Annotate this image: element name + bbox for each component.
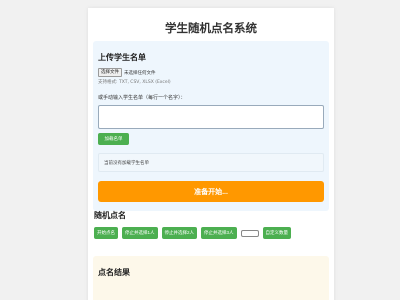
upload-panel: 上传学生名单 选择文件 未选择任何文件 支持格式: TXT, CSV, XLSX… [93, 41, 329, 211]
manual-input-label: 或手动输入学生名单（每行一个名字）： [98, 95, 186, 101]
file-picker: 选择文件 未选择任何文件 [98, 68, 156, 77]
file-status-text: 未选择任何文件 [124, 70, 156, 76]
stop-pick-1-button[interactable]: 停止并选择1人 [122, 227, 158, 239]
custom-count-button[interactable]: 自定义数量 [262, 227, 292, 239]
result-panel: 点名结果 [93, 256, 329, 300]
roll-call-controls: 开始点名 停止并选择1人 停止并选择2人 停止并选择3人 自定义数量 [94, 227, 295, 239]
choose-file-button[interactable]: 选择文件 [98, 68, 122, 77]
custom-count-input[interactable] [240, 229, 259, 237]
page-title: 学生随机点名系统 [165, 21, 257, 35]
stop-pick-2-button[interactable]: 停止并选择2人 [161, 227, 198, 239]
result-section-title: 点名结果 [98, 268, 130, 277]
main-card: 学生随机点名系统 上传学生名单 选择文件 未选择任何文件 支持格式: TXT, … [88, 8, 334, 300]
start-roll-call-button[interactable]: 开始点名 [94, 227, 118, 239]
start-button[interactable]: 准备开始... [98, 181, 324, 202]
upload-section-title: 上传学生名单 [98, 53, 146, 62]
roll-call-section-title: 随机点名 [94, 211, 126, 220]
stop-pick-3-button[interactable]: 停止并选择3人 [201, 227, 237, 239]
list-status-text: 当前没有加载学生名单 [104, 161, 149, 166]
format-hint: 支持格式: TXT, CSV, XLSX (Excel) [98, 80, 171, 85]
list-status-box: 当前没有加载学生名单 [98, 153, 324, 172]
student-names-textarea[interactable] [98, 105, 324, 129]
load-list-button[interactable]: 加载名单 [98, 133, 129, 145]
